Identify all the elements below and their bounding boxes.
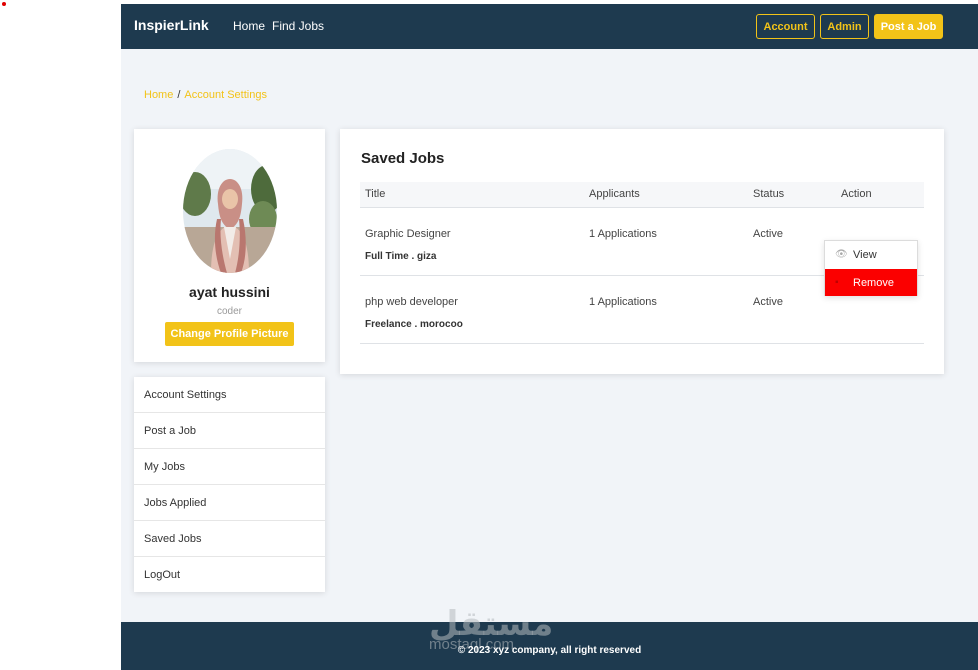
action-dropdown-menu: 👁 View ▪ Remove (824, 240, 918, 296)
nav-link-home[interactable]: Home (233, 19, 265, 33)
column-action: Action (841, 188, 872, 200)
remove-label: Remove (853, 276, 894, 289)
job-status: Active (753, 228, 783, 240)
admin-button[interactable]: Admin (820, 14, 869, 39)
avatar (183, 149, 277, 273)
job-applicants: 1 Applications (589, 296, 657, 308)
column-status: Status (753, 188, 785, 200)
sidebar-item-my-jobs[interactable]: My Jobs (134, 449, 325, 485)
sidebar-item-post-job[interactable]: Post a Job (134, 413, 325, 449)
job-meta: Freelance . morocoo (365, 319, 463, 330)
footer-copyright: © 2023 xyz company, all right reserved (457, 645, 642, 656)
breadcrumb-separator: / (177, 89, 181, 101)
eye-icon: 👁 (835, 249, 848, 260)
breadcrumb: Home / Account Settings (144, 89, 267, 101)
footer: مستقل mostaql.com © 2023 xyz company, al… (121, 605, 978, 670)
brand-logo[interactable]: InspierLink (134, 17, 209, 33)
account-button[interactable]: Account (756, 14, 815, 39)
view-label: View (853, 248, 877, 261)
sidebar-item-account-settings[interactable]: Account Settings (134, 377, 325, 413)
remove-menu-item[interactable]: ▪ Remove (825, 269, 917, 296)
post-job-button[interactable]: Post a Job (874, 14, 943, 39)
column-applicants: Applicants (589, 188, 640, 200)
sidebar-item-logout[interactable]: LogOut (134, 557, 325, 593)
table-header: Title Applicants Status Action (360, 182, 924, 208)
nav-link-find-jobs[interactable]: Find Jobs (272, 19, 324, 33)
column-title: Title (365, 188, 386, 200)
profile-card: ayat hussini coder Change Profile Pictur… (134, 129, 325, 362)
job-status: Active (753, 296, 783, 308)
breadcrumb-current: Account Settings (184, 89, 267, 101)
sidebar-item-saved-jobs[interactable]: Saved Jobs (134, 521, 325, 557)
corner-dot (2, 2, 6, 6)
job-applicants: 1 Applications (589, 228, 657, 240)
sidebar-item-jobs-applied[interactable]: Jobs Applied (134, 485, 325, 521)
user-name: ayat hussini (189, 284, 270, 300)
job-title[interactable]: php web developer (365, 296, 458, 308)
trash-icon: ▪ (835, 277, 839, 288)
breadcrumb-home[interactable]: Home (144, 89, 173, 101)
job-meta: Full Time . giza (365, 251, 437, 262)
app-shell: InspierLink Home Find Jobs Account Admin… (121, 4, 978, 670)
job-title[interactable]: Graphic Designer (365, 228, 451, 240)
view-menu-item[interactable]: 👁 View (825, 241, 917, 268)
top-navbar: InspierLink Home Find Jobs Account Admin… (121, 4, 978, 49)
sidebar-menu: Account Settings Post a Job My Jobs Jobs… (134, 377, 325, 592)
saved-jobs-title: Saved Jobs (361, 150, 445, 167)
change-profile-picture-button[interactable]: Change Profile Picture (165, 322, 294, 346)
user-role: coder (216, 306, 242, 317)
